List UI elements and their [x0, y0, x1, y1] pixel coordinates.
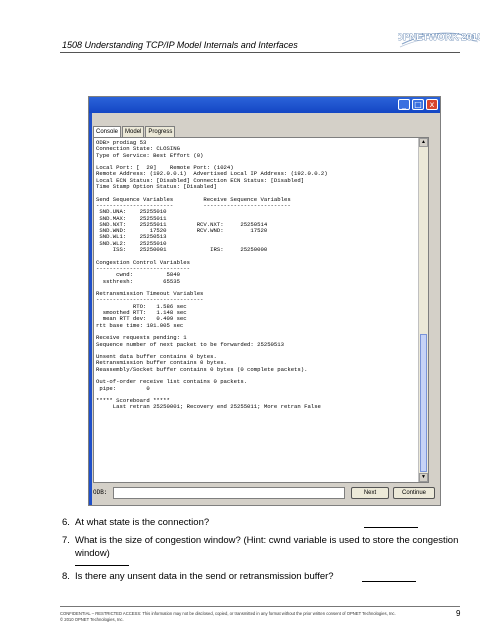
answer-blank-6[interactable] [364, 527, 418, 528]
opnetwork-logo: OPNETWORK 2010 [398, 32, 480, 48]
question-text: What is the size of congestion window? (… [75, 535, 459, 546]
next-button[interactable]: Next [351, 487, 389, 499]
question-text: Is there any unsent data in the send or … [75, 571, 334, 582]
command-label: ODB: [93, 489, 108, 496]
window-titlebar[interactable]: _ □ x [89, 97, 440, 113]
scroll-down-icon[interactable]: ▼ [419, 473, 428, 482]
question-text: At what state is the connection? [75, 517, 210, 528]
page-header-title: 1508 Understanding TCP/IP Model Internal… [62, 40, 298, 50]
question-text-continued: window) [75, 548, 110, 559]
command-row: ODB: Next Continue [93, 487, 438, 501]
scroll-up-icon[interactable]: ▲ [419, 138, 428, 147]
maximize-button[interactable]: □ [412, 99, 424, 110]
odb-window: _ □ x Console Model Progress ODB> prodia… [88, 96, 441, 506]
copyright: © 2010 OPNET Technologies, Inc. [60, 617, 124, 622]
tab-bar: Console Model Progress [93, 126, 176, 137]
page-number: 9 [456, 609, 461, 618]
console-output[interactable]: ODB> prodiag 53 Connection State: CLOSIN… [93, 137, 429, 483]
continue-button[interactable]: Continue [393, 487, 435, 499]
question-number: 6. [62, 517, 70, 528]
close-button[interactable]: x [426, 99, 438, 110]
tab-console[interactable]: Console [93, 126, 122, 137]
scrollbar-thumb[interactable] [420, 334, 427, 472]
minimize-button[interactable]: _ [398, 99, 410, 110]
answer-blank-7[interactable] [75, 565, 129, 566]
question-number: 8. [62, 571, 70, 582]
window-left-border [89, 113, 92, 505]
answer-blank-8[interactable] [362, 581, 416, 582]
tab-model[interactable]: Model [122, 126, 145, 137]
svg-text:OPNETWORK 2010: OPNETWORK 2010 [398, 32, 480, 43]
footer-text: CONFIDENTIAL – RESTRICTED ACCESS: This i… [60, 611, 440, 623]
footer-rule [60, 606, 460, 607]
console-text: ODB> prodiag 53 Connection State: CLOSIN… [96, 139, 328, 411]
tab-progress[interactable]: Progress [145, 126, 176, 137]
console-scrollbar[interactable]: ▲ ▼ [418, 138, 428, 482]
header-rule [60, 52, 460, 53]
command-input[interactable] [113, 487, 345, 499]
question-number: 7. [62, 535, 70, 546]
